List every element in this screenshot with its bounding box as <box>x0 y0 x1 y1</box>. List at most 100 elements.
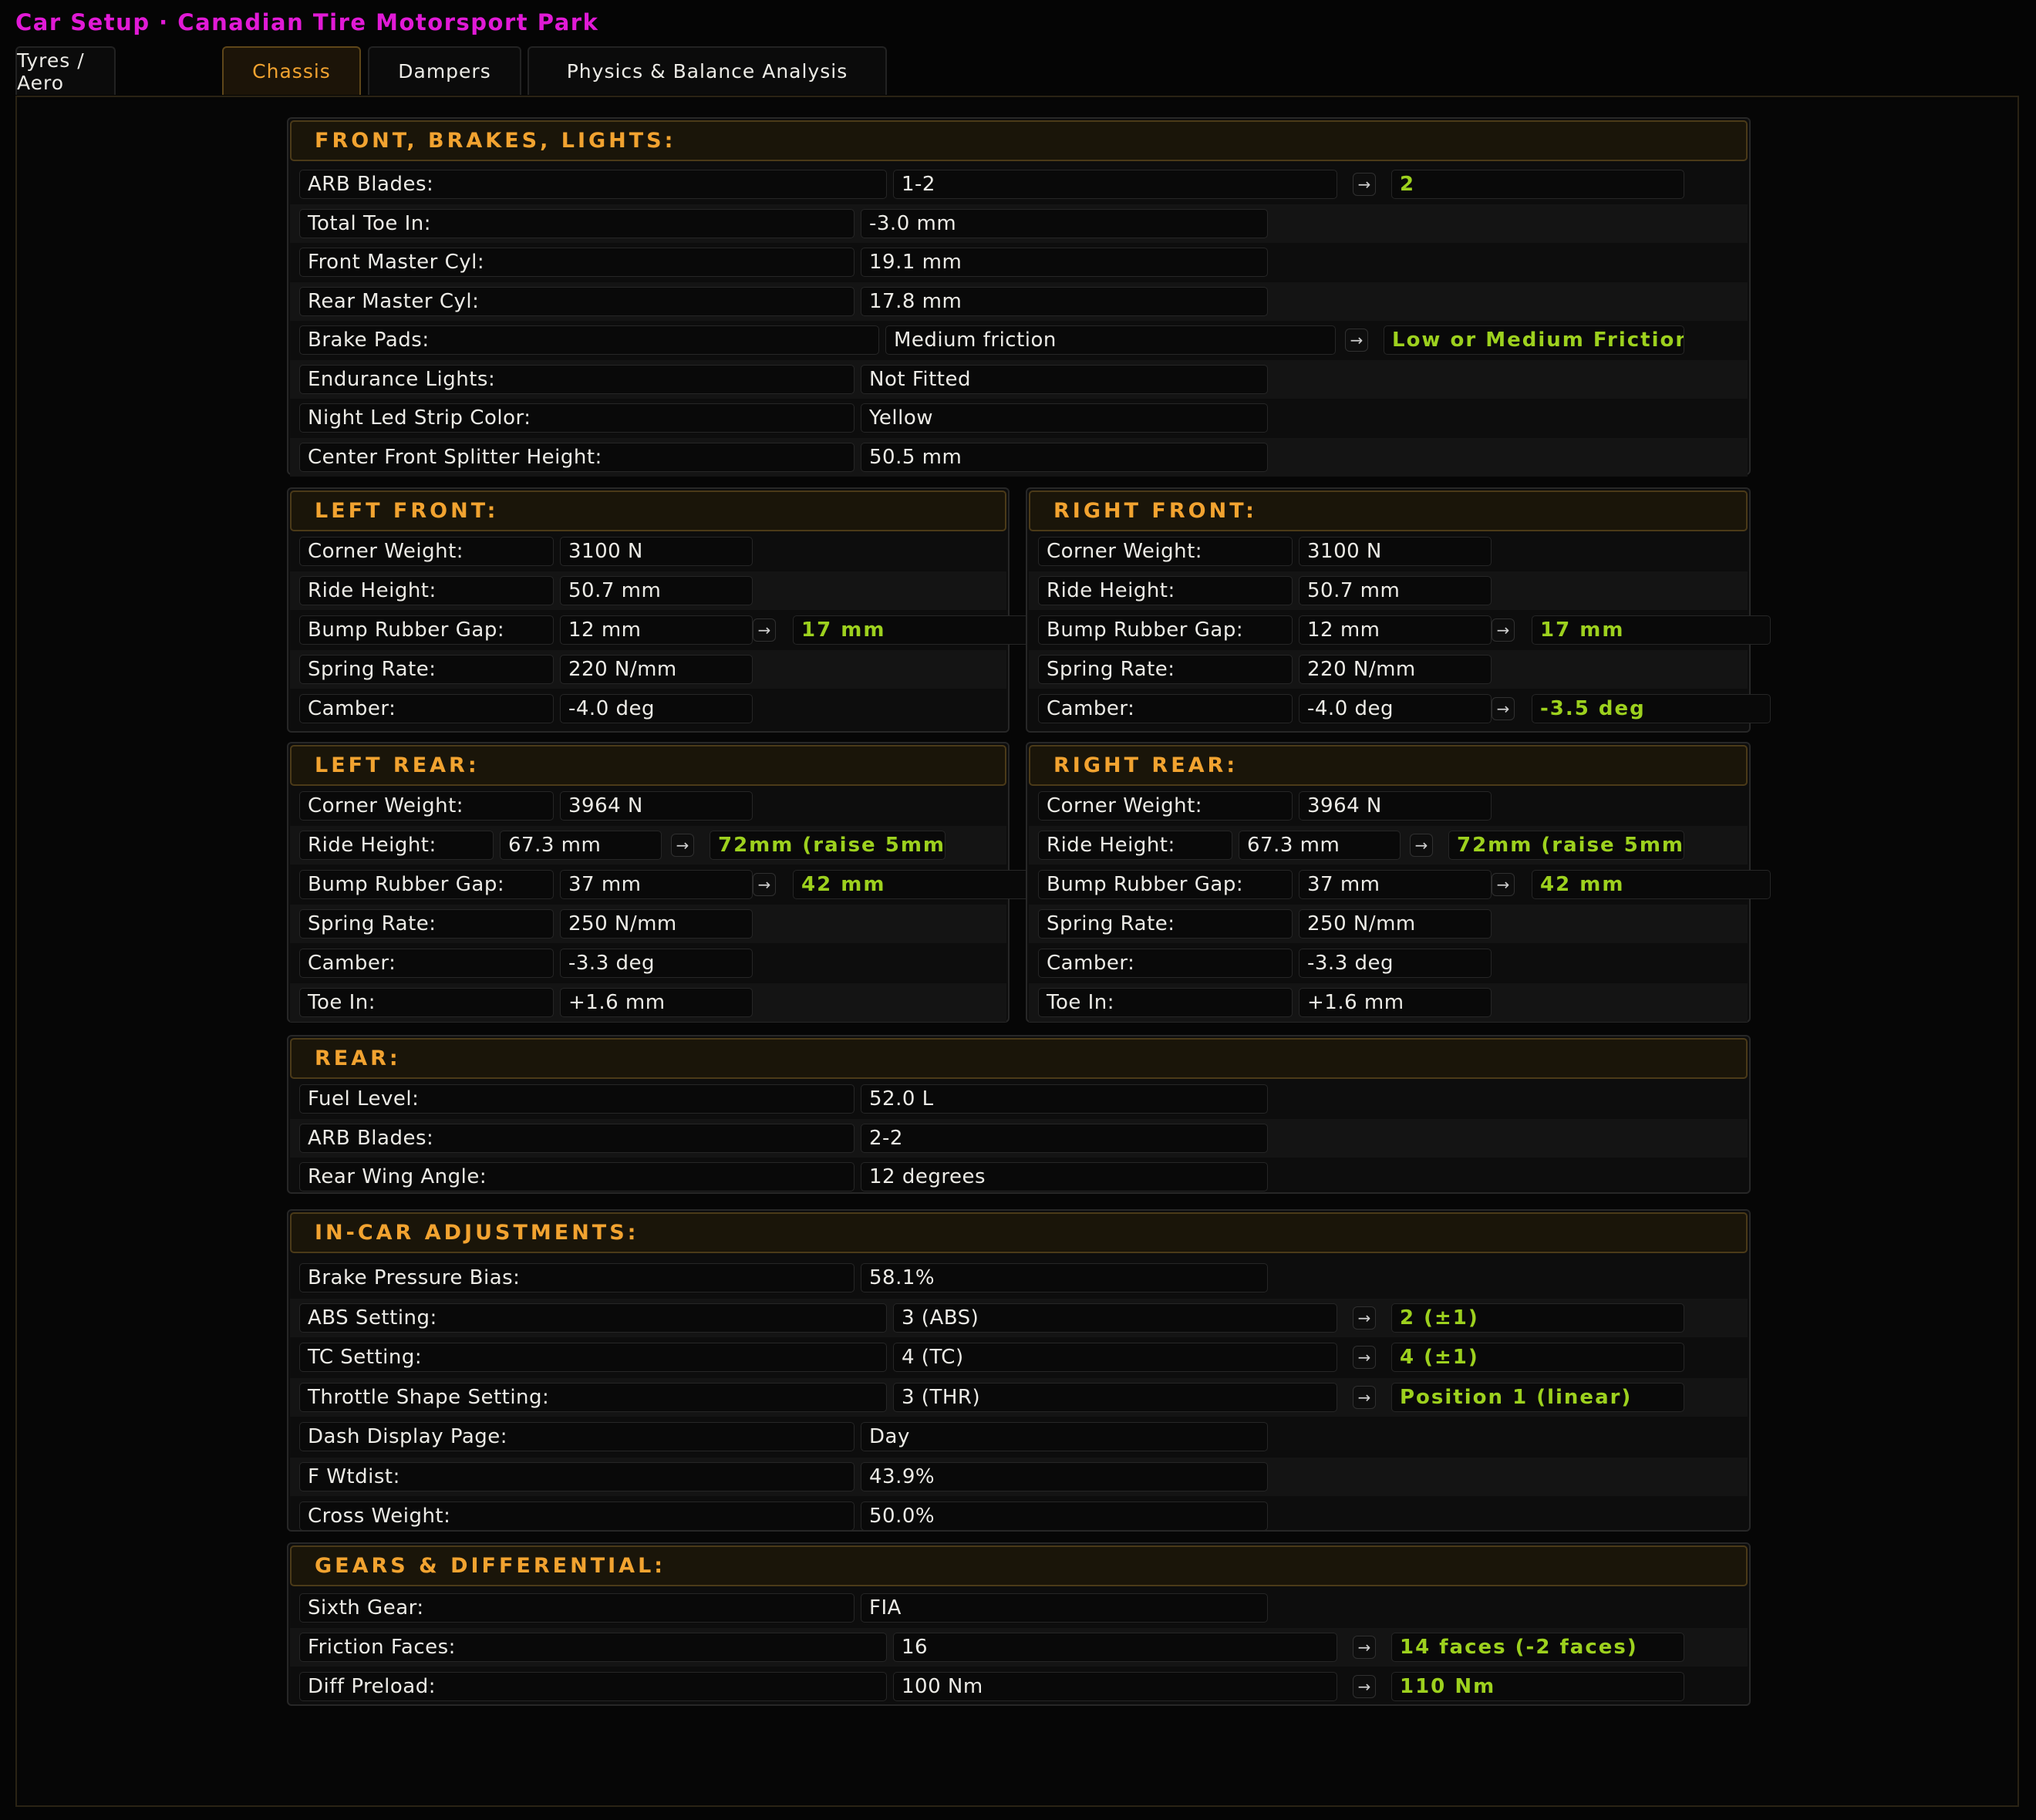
row-label: Ride Height: <box>299 576 554 605</box>
current-value[interactable]: 12 mm <box>1299 615 1492 645</box>
current-value[interactable]: +1.6 mm <box>1299 988 1492 1017</box>
current-value[interactable]: 3 (THR) <box>893 1382 1337 1412</box>
current-value[interactable]: 2-2 <box>861 1123 1268 1153</box>
row-label: Brake Pressure Bias: <box>299 1263 855 1293</box>
setup-row: Ride Height: 67.3 mm → 72mm (raise 5mm) <box>290 826 1006 865</box>
row-label: Diff Preload: <box>299 1672 887 1701</box>
current-value[interactable]: 12 mm <box>560 615 753 645</box>
current-value[interactable]: 50.7 mm <box>560 576 753 605</box>
setup-row: Camber: -4.0 deg <box>290 689 1006 728</box>
setup-row: Ride Height: 50.7 mm <box>290 571 1006 610</box>
setup-row: Total Toe In: -3.0 mm <box>290 204 1748 243</box>
current-value[interactable]: 3 (ABS) <box>893 1303 1337 1333</box>
current-value[interactable]: 250 N/mm <box>560 909 753 939</box>
current-value[interactable]: 220 N/mm <box>1299 655 1492 684</box>
row-label: Toe In: <box>299 988 554 1017</box>
recommended-value: 2 <box>1391 170 1684 199</box>
current-value[interactable]: Yellow <box>861 403 1268 433</box>
row-label: Toe In: <box>1038 988 1293 1017</box>
current-value[interactable]: 3100 N <box>1299 537 1492 566</box>
tab-physics-balance-analysis[interactable]: Physics & Balance Analysis <box>528 46 887 95</box>
tab-dampers[interactable]: Dampers <box>368 46 521 95</box>
current-value[interactable]: 17.8 mm <box>861 286 1268 316</box>
row-label: Camber: <box>1038 949 1293 978</box>
row-label: ABS Setting: <box>299 1303 887 1333</box>
current-value[interactable]: 67.3 mm <box>500 831 662 860</box>
setup-row: F Wtdist: 43.9% <box>290 1457 1748 1496</box>
section-header: IN-CAR ADJUSTMENTS: <box>290 1212 1748 1253</box>
current-value[interactable]: Day <box>861 1422 1268 1451</box>
section-header: LEFT FRONT: <box>290 490 1006 531</box>
arrow-right-icon: → <box>1353 1346 1376 1369</box>
setup-row: Toe In: +1.6 mm <box>290 983 1006 1022</box>
current-value[interactable]: 50.7 mm <box>1299 576 1492 605</box>
row-label: F Wtdist: <box>299 1461 855 1491</box>
setup-row: Corner Weight: 3964 N <box>290 787 1006 825</box>
current-value[interactable]: Medium friction <box>885 325 1336 355</box>
section-header: LEFT REAR: <box>290 745 1006 786</box>
page-title: Car Setup · Canadian Tire Motorsport Par… <box>15 9 599 35</box>
current-value[interactable]: 220 N/mm <box>560 655 753 684</box>
setup-row: Fuel Level: 52.0 L <box>290 1080 1748 1118</box>
current-value[interactable]: -3.3 deg <box>1299 949 1492 978</box>
current-value[interactable]: 3964 N <box>1299 791 1492 821</box>
arrow-right-icon: → <box>1353 1306 1376 1330</box>
row-label: Night Led Strip Color: <box>299 403 855 433</box>
current-value[interactable]: 52.0 L <box>861 1084 1268 1114</box>
setup-row: Camber: -3.3 deg <box>1029 944 1748 982</box>
current-value[interactable]: Not Fitted <box>861 364 1268 394</box>
current-value[interactable]: 12 degrees <box>861 1162 1268 1191</box>
current-value[interactable]: 1-2 <box>893 170 1337 199</box>
row-label: Spring Rate: <box>299 909 554 939</box>
setup-row: Cross Weight: 50.0% <box>290 1497 1748 1535</box>
row-label: Ride Height: <box>299 831 494 860</box>
recommended-value: -3.5 deg <box>1532 694 1771 723</box>
current-value[interactable]: 67.3 mm <box>1239 831 1401 860</box>
current-value[interactable]: 19.1 mm <box>861 248 1268 277</box>
current-value[interactable]: +1.6 mm <box>560 988 753 1017</box>
row-label: Front Master Cyl: <box>299 248 855 277</box>
setup-row: Night Led Strip Color: Yellow <box>290 399 1748 437</box>
current-value[interactable]: -3.0 mm <box>861 208 1268 238</box>
current-value[interactable]: 37 mm <box>560 870 753 899</box>
current-value[interactable]: -4.0 deg <box>1299 694 1492 723</box>
current-value[interactable]: -3.3 deg <box>560 949 753 978</box>
setup-row: Bump Rubber Gap: 12 mm → 17 mm <box>1029 611 1771 649</box>
current-value[interactable]: 100 Nm <box>893 1672 1337 1701</box>
setup-row: ARB Blades: 1-2 → 2 <box>290 165 1748 204</box>
current-value[interactable]: 250 N/mm <box>1299 909 1492 939</box>
recommended-value: 42 mm <box>793 870 1032 899</box>
setup-row: Friction Faces: 16 → 14 faces (-2 faces) <box>290 1628 1748 1667</box>
recommended-value: 17 mm <box>1532 615 1771 645</box>
section-header: RIGHT REAR: <box>1029 745 1748 786</box>
row-label: Rear Wing Angle: <box>299 1162 855 1191</box>
row-label: Corner Weight: <box>1038 791 1293 821</box>
current-value[interactable]: 37 mm <box>1299 870 1492 899</box>
section-right-front: RIGHT FRONT: Corner Weight: 3100 N Ride Hei… <box>1026 487 1771 733</box>
setup-row: Ride Height: 50.7 mm <box>1029 571 1748 610</box>
row-label: ARB Blades: <box>299 1123 855 1153</box>
arrow-right-icon: → <box>1492 618 1515 642</box>
current-value[interactable]: 43.9% <box>861 1461 1268 1491</box>
current-value[interactable]: 4 (TC) <box>893 1343 1337 1372</box>
current-value[interactable]: 16 <box>893 1633 1337 1662</box>
current-value[interactable]: 50.0% <box>861 1502 1268 1531</box>
current-value[interactable]: 50.5 mm <box>861 442 1268 472</box>
section-header: FRONT, BRAKES, LIGHTS: <box>290 120 1748 161</box>
setup-row: Dash Display Page: Day <box>290 1417 1748 1456</box>
tab-tyres-aero[interactable]: Tyres / Aero <box>15 46 116 95</box>
tab-chassis[interactable]: Chassis <box>222 46 361 95</box>
row-label: Throttle Shape Setting: <box>299 1382 887 1412</box>
current-value[interactable]: -4.0 deg <box>560 694 753 723</box>
current-value[interactable]: 3100 N <box>560 537 753 566</box>
current-value[interactable]: FIA <box>861 1593 1268 1623</box>
arrow-right-icon: → <box>1353 1385 1376 1409</box>
current-value[interactable]: 3964 N <box>560 791 753 821</box>
setup-row: Brake Pads: Medium friction → Low or Medium… <box>290 321 1748 359</box>
arrow-right-icon: → <box>1410 834 1433 857</box>
recommended-value: 72mm (raise 5mm) <box>710 831 946 860</box>
row-label: Dash Display Page: <box>299 1422 855 1451</box>
setup-row: Bump Rubber Gap: 12 mm → 17 mm <box>290 611 1032 649</box>
section-left-rear: LEFT REAR: Corner Weight: 3964 N Ride Heigh… <box>287 742 1032 1023</box>
current-value[interactable]: 58.1% <box>861 1263 1268 1293</box>
